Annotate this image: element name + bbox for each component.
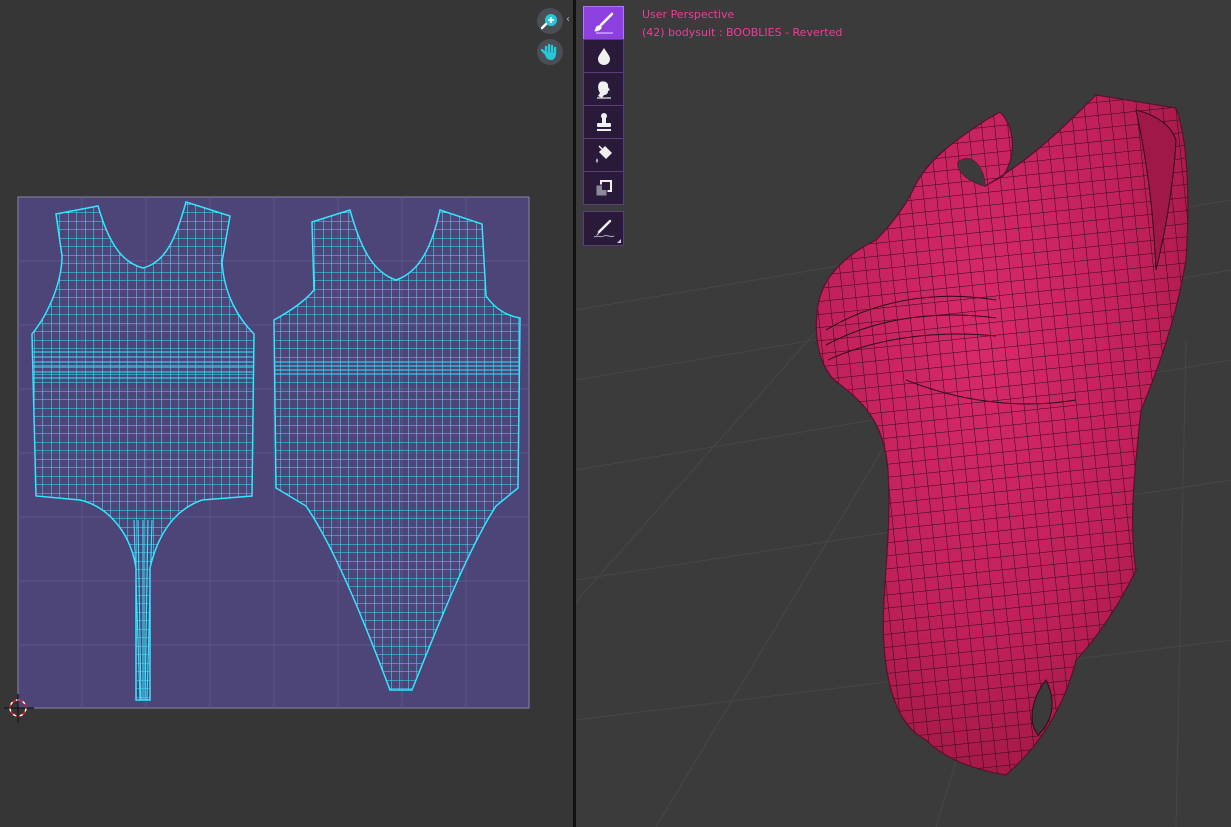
annotate-tool-button[interactable] <box>583 211 624 246</box>
hand-pan-icon <box>541 43 557 60</box>
tool-shelf <box>583 6 624 246</box>
annotate-icon <box>593 219 614 237</box>
viewport-title: User Perspective <box>642 8 735 21</box>
zoom-button[interactable] <box>537 8 563 34</box>
smear-tool-button[interactable] <box>583 72 624 106</box>
clone-stamp-icon <box>596 113 611 131</box>
brush-icon <box>593 12 613 34</box>
pan-button[interactable] <box>537 39 563 65</box>
soften-tool-button[interactable] <box>583 39 624 73</box>
3d-viewport[interactable] <box>576 0 1231 827</box>
collapse-arrow-icon[interactable]: ‹ <box>566 14 570 25</box>
object-info: (42) bodysuit : BOOBLIES - Reverted <box>642 26 843 39</box>
blur-drop-icon <box>597 48 610 65</box>
uv-editor[interactable]: ‹ <box>0 0 573 827</box>
brush-tool-button[interactable] <box>583 6 624 40</box>
uv-canvas[interactable] <box>0 0 573 827</box>
mask-tool-button[interactable] <box>583 171 624 205</box>
smear-icon <box>596 81 611 99</box>
fill-bucket-icon <box>595 145 612 163</box>
mask-icon <box>595 180 612 197</box>
tool-options-corner-icon <box>617 239 621 243</box>
bodysuit-mesh[interactable] <box>806 80 1206 790</box>
zoom-icon <box>541 14 557 30</box>
fill-tool-button[interactable] <box>583 138 624 172</box>
clone-tool-button[interactable] <box>583 105 624 139</box>
viewport-canvas[interactable] <box>576 0 1231 827</box>
